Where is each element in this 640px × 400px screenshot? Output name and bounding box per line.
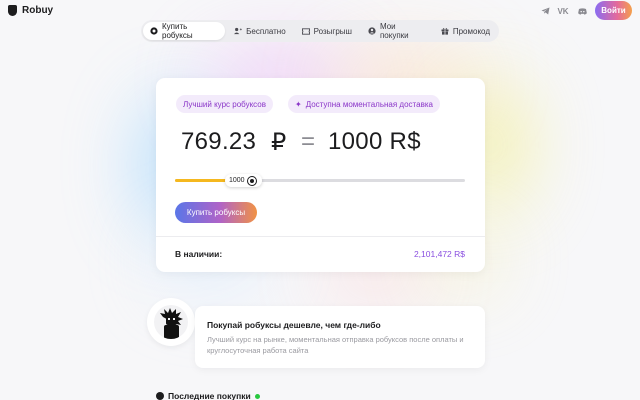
promo-card: Покупай робуксы дешевле, чем где-либо Лу…	[195, 306, 485, 368]
slider-handle[interactable]: 1000	[225, 174, 262, 187]
main-nav: Купить робуксы Бесплатно Розыгрыш Мои по…	[141, 20, 499, 42]
user-circle-icon	[368, 27, 376, 35]
equals-sign: =	[301, 128, 316, 155]
slider-fill	[175, 179, 231, 182]
amount-slider[interactable]	[175, 179, 465, 182]
best-rate-tag: Лучший курс робуксов	[176, 95, 273, 113]
rub-amount[interactable]: 769.23	[181, 128, 256, 156]
tab-label: Мои покупки	[379, 22, 409, 40]
stock-label: В наличии:	[175, 249, 223, 259]
rub-currency-sign: ₽	[271, 129, 287, 156]
tag-label: Доступна моментальная доставка	[305, 99, 433, 109]
slider-value: 1000	[229, 177, 245, 184]
roblox-character-icon	[154, 305, 188, 339]
robux-amount[interactable]: 1000 R$	[328, 128, 421, 156]
brand-logo[interactable]: Robuy	[8, 5, 53, 16]
tab-promocode[interactable]: Промокод	[434, 22, 497, 40]
ticket-icon	[301, 27, 310, 35]
sparkle-icon: ✦	[295, 99, 302, 109]
tab-label: Розыгрыш	[313, 26, 352, 36]
brand-name: Robuy	[22, 5, 54, 16]
stock-value: 2,101,472 R$	[413, 249, 465, 259]
vk-icon[interactable]: VK	[556, 5, 570, 17]
telegram-icon[interactable]	[538, 5, 552, 17]
discord-icon[interactable]	[575, 5, 589, 17]
tag-label: Лучший курс робуксов	[183, 99, 266, 109]
tab-buy-robux[interactable]: Купить робуксы	[143, 22, 226, 40]
divider	[156, 236, 485, 237]
gift-icon	[441, 27, 449, 35]
recent-purchases-heading: Последние покупки	[156, 391, 260, 400]
header: Robuy VK Войти	[0, 0, 640, 22]
exchange-card: Лучший курс робуксов ✦ Доступна моментал…	[156, 78, 485, 272]
tab-free[interactable]: Бесплатно	[227, 22, 293, 40]
tab-label: Купить робуксы	[162, 22, 193, 40]
tab-giveaway[interactable]: Розыгрыш	[295, 22, 359, 40]
clock-icon	[156, 392, 164, 400]
robux-icon	[150, 27, 158, 35]
login-button[interactable]: Войти	[595, 1, 632, 20]
recent-title: Последние покупки	[168, 391, 251, 400]
avatar	[147, 298, 195, 346]
instant-delivery-tag: ✦ Доступна моментальная доставка	[288, 95, 440, 113]
user-plus-icon	[234, 27, 242, 35]
shield-icon	[8, 5, 17, 16]
live-status-icon	[254, 393, 260, 399]
slider-knob-icon[interactable]	[247, 176, 256, 185]
promo-text: Лучший курс на рынке, моментальная отпра…	[207, 335, 464, 355]
tab-my-purchases[interactable]: Мои покупки	[361, 22, 432, 40]
tab-label: Бесплатно	[246, 26, 286, 36]
tab-label: Промокод	[452, 26, 490, 36]
buy-robux-button[interactable]: Купить робуксы	[175, 202, 257, 223]
promo-title: Покупай робуксы дешевле, чем где-либо	[207, 320, 381, 330]
